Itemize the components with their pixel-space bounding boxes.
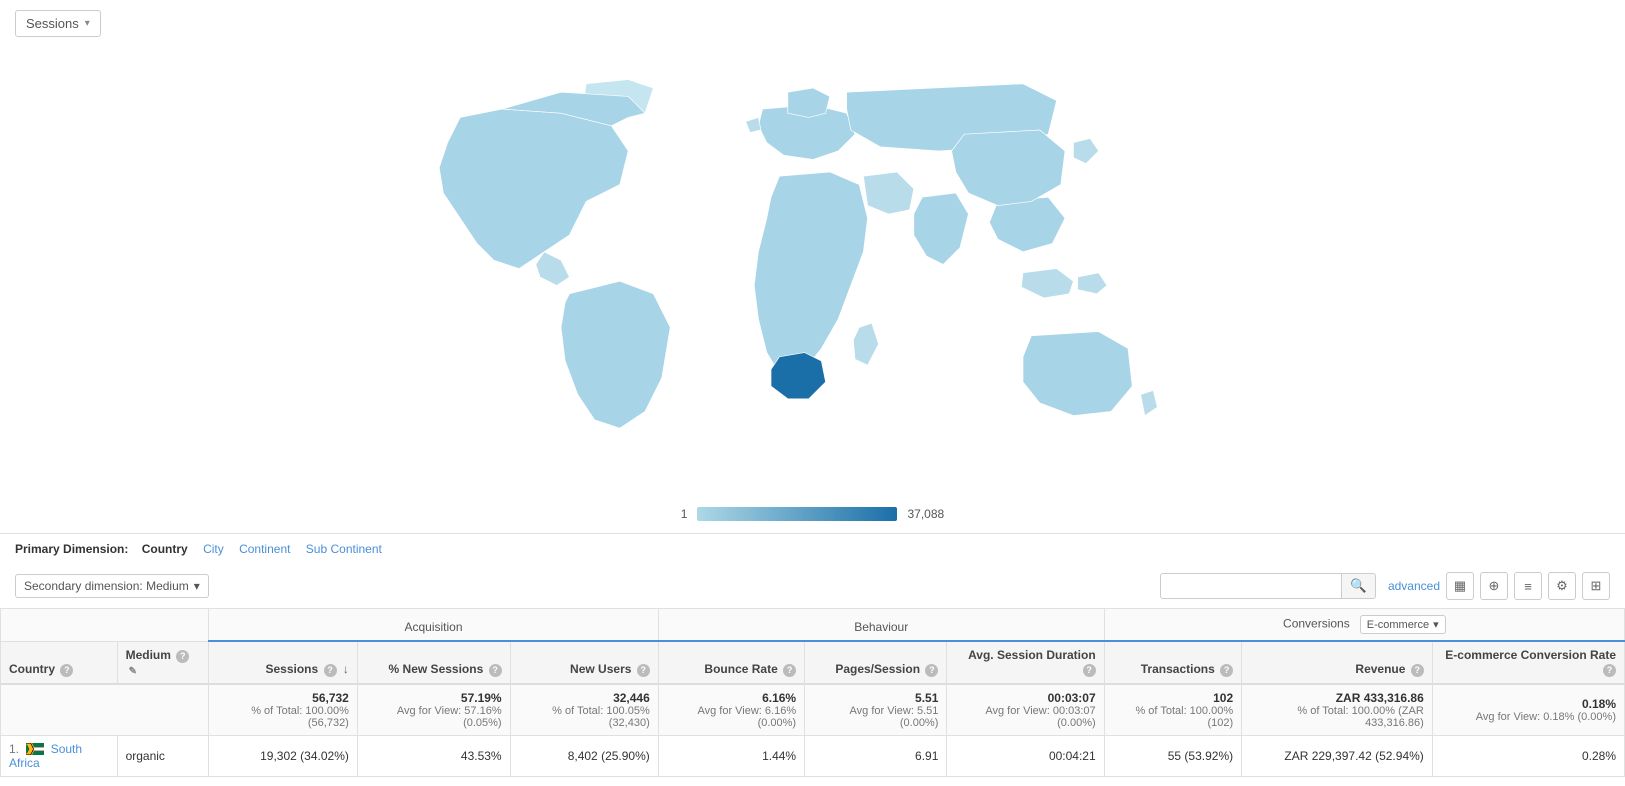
search-button[interactable]: 🔍 [1341, 574, 1375, 598]
totals-label [1, 684, 209, 736]
toolbar-icons: 🔍 advanced ▦ ⊕ ≡ ⚙ ⊞ [1160, 572, 1610, 600]
group-header-behaviour: Behaviour [658, 609, 1104, 642]
map-legend: 1 37,088 [0, 507, 1625, 521]
row-avg-duration: 00:04:21 [947, 735, 1104, 776]
world-map [363, 67, 1263, 487]
row-country: 1. South Africa [1, 735, 118, 776]
country-name-link[interactable]: South Africa [9, 742, 82, 770]
total-conversion-rate: 0.18% Avg for View: 0.18% (0.00%) [1432, 684, 1624, 736]
medium-edit-icon[interactable]: ✎ [129, 666, 137, 677]
total-sessions: 56,732 % of Total: 100.00% (56,732) [209, 684, 358, 736]
col-bounce-rate: Bounce Rate ? [658, 641, 804, 684]
map-container [0, 47, 1625, 507]
advanced-link[interactable]: advanced [1388, 579, 1440, 593]
country-help-icon[interactable]: ? [60, 664, 73, 677]
total-pages-session: 5.51 Avg for View: 5.51 (0.00%) [805, 684, 947, 736]
dim-city-link[interactable]: City [203, 542, 224, 556]
sessions-help-icon[interactable]: ? [324, 664, 337, 677]
row-bounce-rate: 1.44% [658, 735, 804, 776]
total-avg-duration: 00:03:07 Avg for View: 00:03:07 (0.00%) [947, 684, 1104, 736]
col-pages-session: Pages/Session ? [805, 641, 947, 684]
totals-row: 56,732 % of Total: 100.00% (56,732) 57.1… [1, 684, 1625, 736]
total-new-sessions-pct: 57.19% Avg for View: 57.16% (0.05%) [357, 684, 510, 736]
sessions-dropdown[interactable]: Sessions ▾ [15, 10, 101, 37]
medium-help-icon[interactable]: ? [176, 650, 189, 663]
search-input[interactable] [1161, 575, 1341, 597]
primary-dim-label: Primary Dimension: [15, 542, 128, 556]
duration-help-icon[interactable]: ? [1083, 664, 1096, 677]
bounce-help-icon[interactable]: ? [783, 664, 796, 677]
col-revenue: Revenue ? [1242, 641, 1433, 684]
dim-country-link[interactable]: Country [142, 542, 188, 556]
col-country: Country ? [1, 641, 118, 684]
secondary-dim-dropdown[interactable]: Secondary dimension: Medium ▾ [15, 574, 209, 598]
row-pages-session: 6.91 [805, 735, 947, 776]
secondary-dim-label: Secondary dimension: Medium [24, 579, 189, 593]
conversion-help-icon[interactable]: ? [1603, 664, 1616, 677]
data-table: Acquisition Behaviour Conversions E-comm… [0, 608, 1625, 777]
sessions-sort-icon[interactable]: ↓ [343, 662, 349, 676]
revenue-help-icon[interactable]: ? [1411, 664, 1424, 677]
total-bounce-rate: 6.16% Avg for View: 6.16% (0.00%) [658, 684, 804, 736]
sa-flag-icon [26, 743, 44, 755]
new-sessions-help-icon[interactable]: ? [489, 664, 502, 677]
col-medium: Medium ? ✎ [117, 641, 209, 684]
column-group-header-row: Acquisition Behaviour Conversions E-comm… [1, 609, 1625, 642]
group-header-conversions: Conversions E-commerce ▾ [1104, 609, 1624, 642]
row-sessions: 19,302 (34.02%) [209, 735, 358, 776]
ecommerce-chevron: ▾ [1433, 618, 1439, 631]
transactions-help-icon[interactable]: ? [1220, 664, 1233, 677]
col-conversion-rate: E-commerce Conversion Rate ? [1432, 641, 1624, 684]
dim-subcontinent-link[interactable]: Sub Continent [306, 542, 382, 556]
list-view-button[interactable]: ≡ [1514, 572, 1542, 600]
settings-button[interactable]: ⚙ [1548, 572, 1576, 600]
col-avg-duration: Avg. Session Duration ? [947, 641, 1104, 684]
row-medium: organic [117, 735, 209, 776]
total-new-users: 32,446 % of Total: 100.05% (32,430) [510, 684, 658, 736]
total-transactions: 102 % of Total: 100.00% (102) [1104, 684, 1241, 736]
table-config-button[interactable]: ⊞ [1582, 572, 1610, 600]
primary-dimension-bar: Primary Dimension: Country City Continen… [0, 533, 1625, 564]
new-users-help-icon[interactable]: ? [637, 664, 650, 677]
col-new-sessions: % New Sessions ? [357, 641, 510, 684]
secondary-dim-chevron: ▾ [194, 579, 200, 593]
legend-max: 37,088 [907, 507, 944, 521]
dim-continent-link[interactable]: Continent [239, 542, 290, 556]
pages-help-icon[interactable]: ? [925, 664, 938, 677]
legend-scale [697, 507, 897, 521]
ecommerce-label: E-commerce [1367, 619, 1429, 631]
group-header-acquisition: Acquisition [209, 609, 659, 642]
col-transactions: Transactions ? [1104, 641, 1241, 684]
row-revenue: ZAR 229,397.42 (52.94%) [1242, 735, 1433, 776]
row-transactions: 55 (53.92%) [1104, 735, 1241, 776]
top-bar: Sessions ▾ [0, 0, 1625, 47]
search-box: 🔍 [1160, 573, 1376, 599]
group-header-dim [1, 609, 209, 642]
chevron-icon: ▾ [85, 18, 90, 29]
table-row: 1. South Africa organic 19,302 (34.02%) … [1, 735, 1625, 776]
grid-view-button[interactable]: ▦ [1446, 572, 1474, 600]
sessions-label: Sessions [26, 16, 79, 31]
column-header-row: Country ? Medium ? ✎ Sessions ? ↓ % New … [1, 641, 1625, 684]
row-new-sessions-pct: 43.53% [357, 735, 510, 776]
globe-view-button[interactable]: ⊕ [1480, 572, 1508, 600]
secondary-dim-bar: Secondary dimension: Medium ▾ 🔍 advanced… [0, 564, 1625, 608]
row-conversion-rate: 0.28% [1432, 735, 1624, 776]
row-new-users: 8,402 (25.90%) [510, 735, 658, 776]
total-revenue: ZAR 433,316.86 % of Total: 100.00% (ZAR … [1242, 684, 1433, 736]
ecommerce-dropdown[interactable]: E-commerce ▾ [1360, 615, 1446, 634]
col-sessions: Sessions ? ↓ [209, 641, 358, 684]
col-new-users: New Users ? [510, 641, 658, 684]
legend-min: 1 [681, 507, 688, 521]
